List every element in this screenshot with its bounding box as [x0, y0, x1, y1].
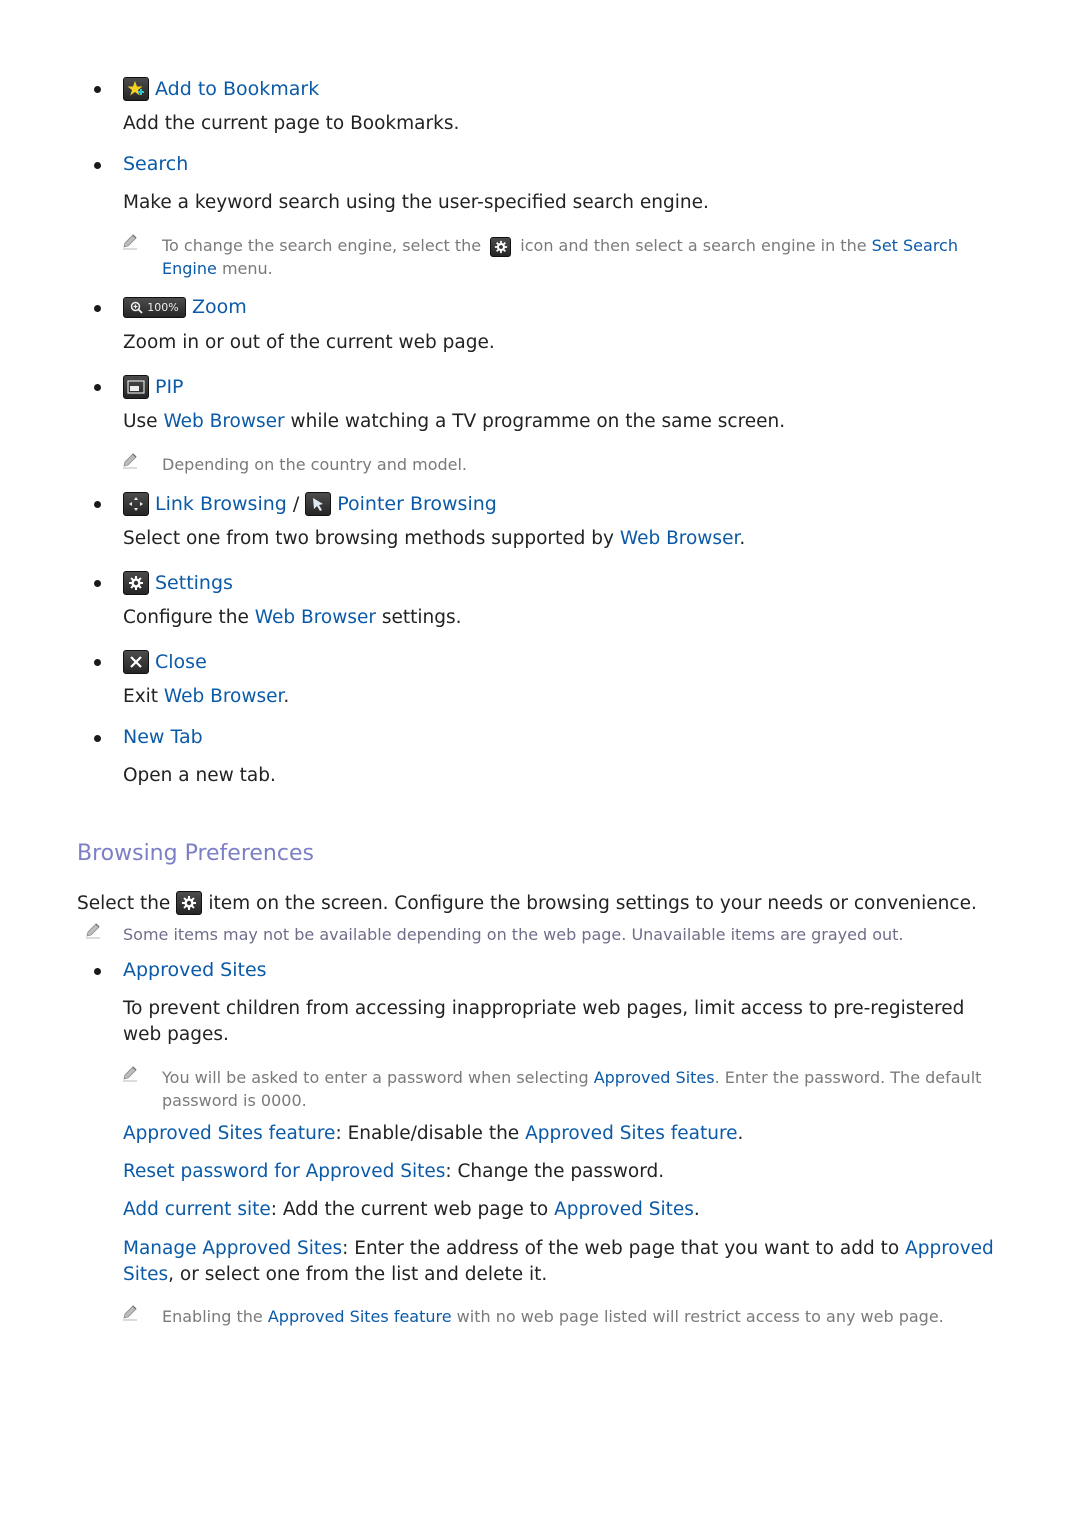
web-browser-link[interactable]: Web Browser [164, 686, 283, 707]
item-title: New Tab [123, 726, 203, 748]
note-pencil-icon [121, 1303, 139, 1321]
note-pencil-icon [121, 232, 139, 250]
note-pencil-icon [84, 921, 102, 939]
item-add-to-bookmark[interactable]: Add to Bookmark [123, 77, 319, 101]
item-pip[interactable]: PIP [123, 375, 184, 399]
add-bookmark-icon [123, 77, 149, 101]
bullet [94, 580, 101, 587]
option-label[interactable]: Reset password for Approved Sites [123, 1161, 445, 1182]
option-label[interactable]: Add current site [123, 1199, 271, 1220]
option-label[interactable]: Approved Sites feature [123, 1123, 335, 1144]
note: Enabling the Approved Sites feature with… [162, 1307, 944, 1326]
item-description: Make a keyword search using the user-spe… [123, 192, 709, 213]
item-title: Search [123, 153, 189, 175]
bullet [94, 968, 101, 975]
item-search[interactable]: Search [123, 153, 188, 175]
item-description: To prevent children from accessing inapp… [123, 998, 965, 1045]
separator: / [292, 493, 300, 515]
option-link[interactable]: Approved Sites feature [525, 1123, 737, 1144]
section-intro: Select the item on the screen. Configure… [77, 891, 977, 915]
zoom-icon: 100% [123, 296, 186, 318]
note: To change the search engine, select the … [162, 236, 958, 278]
bullet [94, 86, 101, 93]
item-description: Open a new tab. [123, 765, 276, 786]
bullet [94, 305, 101, 312]
gear-icon [490, 236, 512, 257]
item-browsing-mode: Link Browsing / Pointer Browsing [123, 492, 497, 516]
close-icon [123, 650, 149, 674]
item-title: Settings [155, 572, 233, 594]
item-title: Add to Bookmark [155, 78, 320, 100]
item-description: Use Web Browser while watching a TV prog… [123, 411, 786, 432]
web-browser-link[interactable]: Web Browser [255, 607, 376, 628]
item-approved-sites[interactable]: Approved Sites [123, 959, 267, 981]
note: Depending on the country and model. [162, 455, 468, 474]
item-title: Zoom [192, 296, 247, 318]
pointer-browsing-label[interactable]: Pointer Browsing [337, 493, 497, 515]
bullet [94, 659, 101, 666]
item-description: Add the current page to Bookmarks. [123, 113, 460, 134]
item-settings[interactable]: Settings [123, 571, 233, 595]
pip-icon [123, 375, 149, 399]
item-new-tab[interactable]: New Tab [123, 726, 203, 748]
item-description: Select one from two browsing methods sup… [123, 528, 746, 549]
bullet [94, 735, 101, 742]
approved-sites-feature-link[interactable]: Approved Sites feature [268, 1307, 452, 1326]
item-title: Approved Sites [123, 959, 267, 981]
item-title: Close [155, 651, 207, 673]
gear-icon [176, 891, 203, 915]
note-pencil-icon [121, 451, 139, 469]
item-description: Zoom in or out of the current web page. [123, 332, 495, 353]
option-add-current-site: Add current site: Add the current web pa… [123, 1199, 700, 1220]
gear-icon [123, 571, 149, 595]
option-link[interactable]: Approved Sites [554, 1199, 694, 1220]
section-heading: Browsing Preferences [77, 841, 314, 866]
link-browsing-label[interactable]: Link Browsing [155, 493, 287, 515]
approved-sites-link[interactable]: Approved Sites [594, 1068, 715, 1087]
pointer-browsing-icon [305, 492, 332, 516]
bullet [94, 384, 101, 391]
item-title: PIP [155, 376, 184, 398]
bullet [94, 501, 101, 508]
item-close[interactable]: Close [123, 650, 207, 674]
bullet [94, 162, 101, 169]
note: You will be asked to enter a password wh… [162, 1068, 982, 1110]
web-browser-link[interactable]: Web Browser [620, 528, 739, 549]
item-zoom[interactable]: 100% Zoom [123, 296, 247, 318]
note-pencil-icon [121, 1064, 139, 1082]
item-description: Exit Web Browser. [123, 686, 290, 707]
web-browser-link[interactable]: Web Browser [163, 411, 284, 432]
option-manage-approved-sites: Manage Approved Sites: Enter the address… [123, 1238, 994, 1285]
item-description: Configure the Web Browser settings. [123, 607, 462, 628]
note: Some items may not be available dependin… [123, 925, 904, 944]
option-approved-sites-feature: Approved Sites feature: Enable/disable t… [123, 1123, 744, 1144]
option-label[interactable]: Manage Approved Sites [123, 1238, 342, 1259]
link-browsing-icon [123, 492, 149, 516]
option-reset-password: Reset password for Approved Sites: Chang… [123, 1161, 665, 1182]
